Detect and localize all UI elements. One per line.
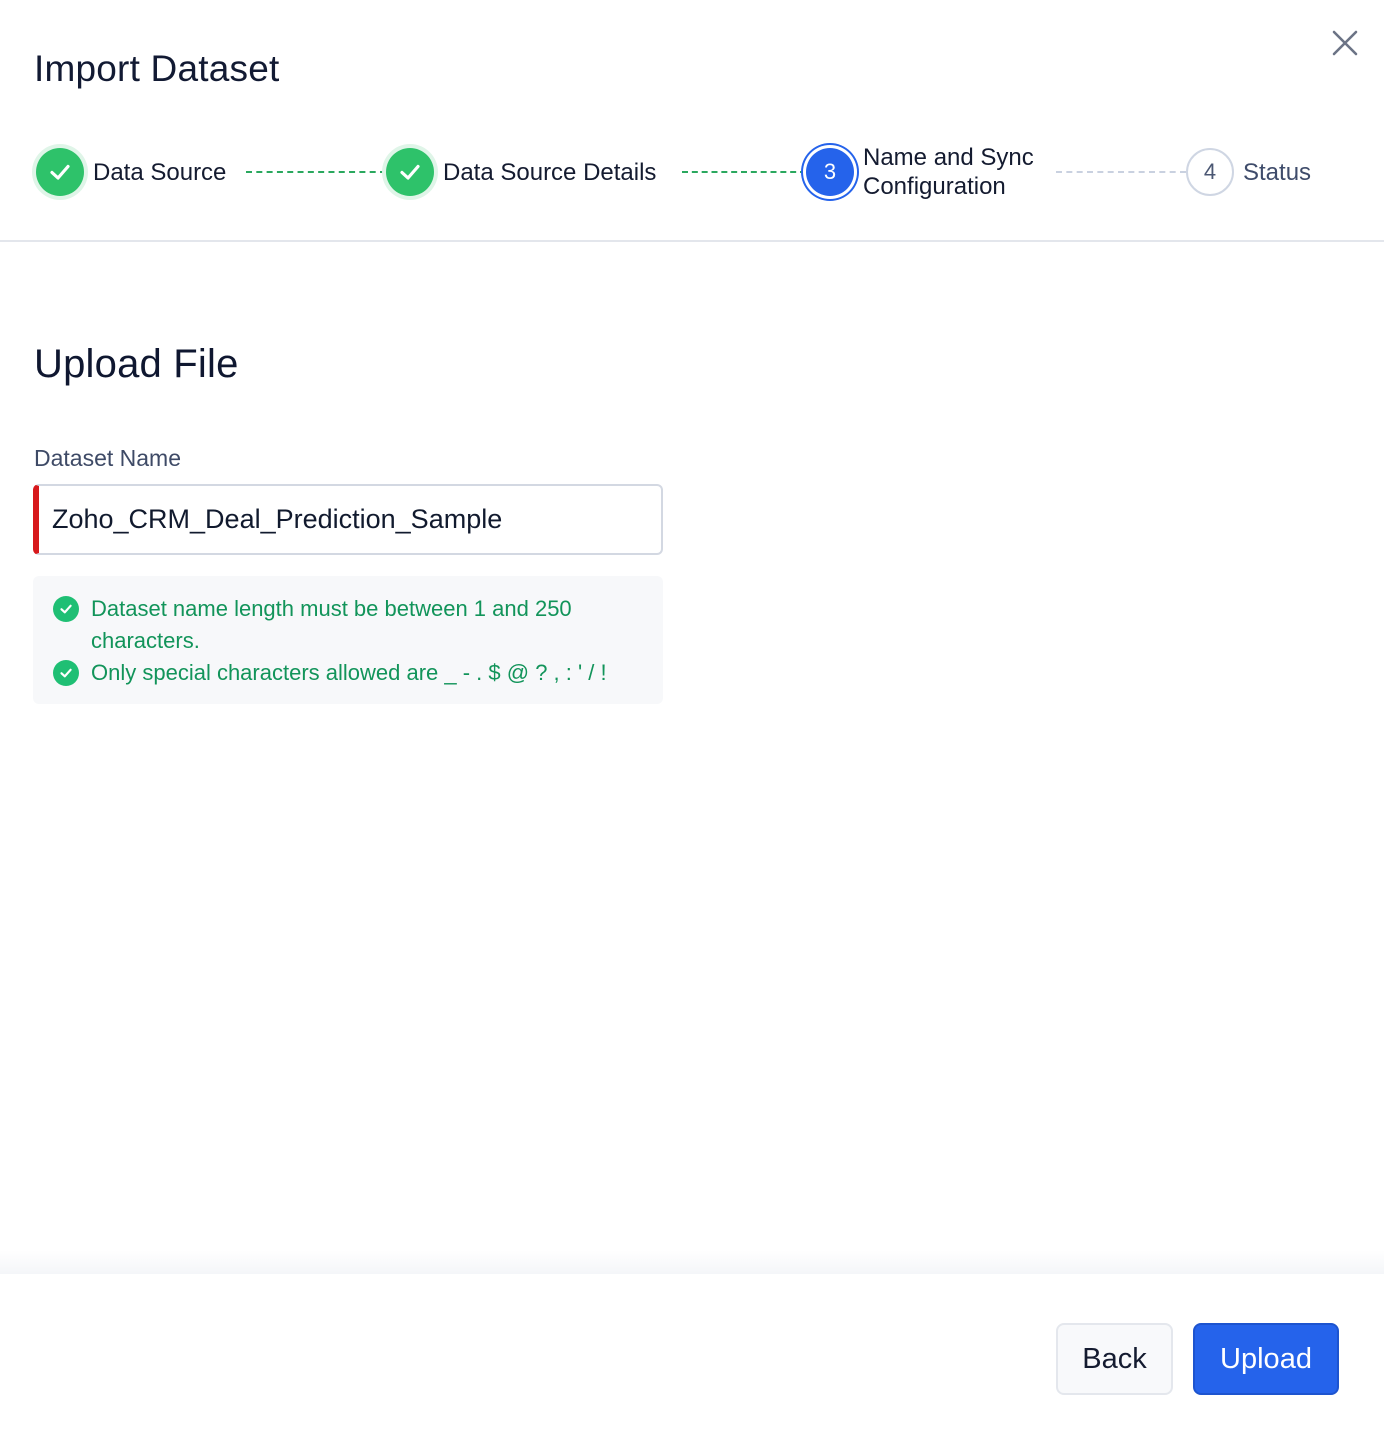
close-button[interactable]: [1324, 22, 1366, 64]
dataset-name-label: Dataset Name: [34, 445, 182, 471]
step-4-label: Status: [1243, 159, 1312, 186]
step-3-label-line2: Configuration: [863, 173, 1006, 200]
footer-shadow: [0, 1250, 1384, 1274]
check-circle-icon: [53, 660, 79, 686]
check-circle-icon: [53, 596, 79, 622]
validation-rule: Only special characters allowed are _ - …: [53, 657, 631, 689]
step-2-label: Data Source Details: [443, 159, 657, 186]
header-divider: [0, 240, 1384, 242]
upload-button[interactable]: Upload: [1193, 1323, 1339, 1395]
step-connector-2: [682, 171, 806, 173]
import-dataset-dialog: Import Dataset Data Source Data Source D…: [0, 0, 1384, 1442]
dialog-title: Import Dataset: [34, 48, 280, 89]
step-connector-3: [1056, 171, 1186, 173]
step-1-check-icon: [36, 148, 84, 196]
validation-rule-text: Dataset name length must be between 1 an…: [91, 596, 572, 653]
validation-rule-text: Only special characters allowed are _ - …: [91, 660, 607, 685]
dataset-name-field: [33, 484, 663, 555]
validation-rule: Dataset name length must be between 1 an…: [53, 593, 631, 657]
step-connector-1: [246, 171, 386, 173]
step-1-label: Data Source: [93, 159, 227, 186]
step-2-check-icon: [386, 148, 434, 196]
close-icon: [1332, 30, 1358, 56]
validation-rules-panel: Dataset name length must be between 1 an…: [33, 576, 663, 704]
progress-stepper: Data Source Data Source Details 3 Name a…: [0, 128, 1384, 218]
back-button[interactable]: Back: [1056, 1323, 1173, 1395]
section-title: Upload File: [34, 342, 239, 386]
dataset-name-input[interactable]: [39, 486, 661, 553]
step-3-label-line1: Name and Sync: [863, 144, 1034, 171]
step-4-indicator: 4: [1186, 148, 1234, 196]
step-3-indicator: 3: [806, 148, 854, 196]
step-3-label: Name and Sync Configuration: [863, 143, 1034, 201]
dialog-footer: [0, 1274, 1384, 1442]
